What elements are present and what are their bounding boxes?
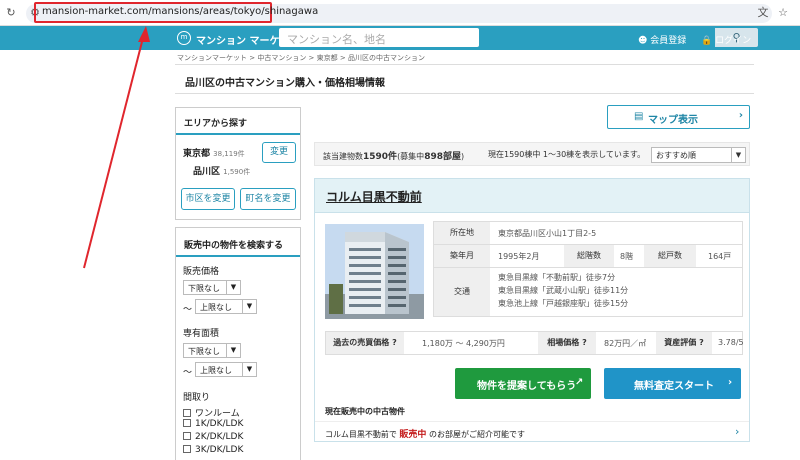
login-link[interactable]: 🔒 ログイン [701, 33, 751, 46]
asset-rating-label: 資産評価 ? [656, 332, 712, 354]
price-label: 販売価格 [183, 267, 220, 277]
free-assessment-button[interactable]: 無料査定スタート › [604, 368, 741, 399]
chevron-down-icon: ▼ [226, 281, 240, 294]
result-count: 該当建物数1590件(募集中898部屋) [323, 152, 465, 162]
map-icon: ▤ [634, 111, 644, 122]
change-town-button[interactable]: 町名を変更 [240, 188, 296, 210]
floors-label: 総階数 [564, 245, 614, 267]
ward-count: 1,590件 [223, 168, 251, 176]
layout-checkbox-2k[interactable]: 2K/DK/LDK [183, 432, 243, 442]
address-label: 所在地 [434, 222, 490, 244]
chevron-right-icon: › [738, 110, 743, 121]
result-count-bar: 該当建物数1590件(募集中898部屋) 現在1590棟中 1〜30棟を表示して… [314, 142, 750, 166]
address-value: 東京都品川区小山1丁目2-5 [498, 229, 597, 238]
layout-label: 間取り [183, 393, 211, 403]
map-view-button[interactable]: ▤ マップ表示 › [607, 105, 750, 129]
browser-toolbar: ↻ ⚙ mansion-market.com/mansions/areas/to… [0, 0, 800, 26]
chevron-right-icon: › [735, 425, 740, 438]
price-max-select[interactable]: 上限なし ▼ [195, 299, 257, 314]
floors-value: 8階 [620, 252, 634, 261]
chevron-down-icon: ▼ [242, 363, 256, 376]
area-heading: エリアから探す [184, 119, 248, 129]
page-title: 品川区の中古マンション購入・価格相場情報 [185, 78, 385, 89]
help-icon[interactable]: ? [699, 338, 704, 347]
bookmark-star-icon[interactable]: ☆ [776, 6, 790, 20]
search-heading-underline [176, 255, 300, 257]
site-header: m マンション マーケット マンション名、地名 ⚲ ☻ 会員登録 🔒 ログイン [0, 26, 800, 50]
translate-icon[interactable]: 文 [756, 6, 770, 20]
listing-header: コルム目黒不動前 [315, 179, 749, 213]
market-price-value: 82万円／㎡ [604, 339, 647, 348]
past-price-value: 1,180万 〜 4,290万円 [422, 339, 505, 348]
units-value: 164戸 [708, 252, 732, 261]
past-price-label: 過去の売買価格 ? [326, 332, 404, 354]
transport-line-1: 東急目黒線「不動前駅」徒歩7分 [498, 273, 616, 282]
help-icon[interactable]: ? [582, 338, 587, 347]
pref-count: 38,119件 [213, 150, 245, 158]
chevron-down-icon: ▼ [731, 148, 745, 162]
transport-line-2: 東急目黒線「武蔵小山駅」徒歩11分 [498, 286, 629, 295]
units-label: 総戸数 [644, 245, 696, 267]
change-area-button[interactable]: 変更 [262, 142, 296, 163]
sort-select[interactable]: おすすめ順 ▼ [651, 147, 746, 163]
ward-name[interactable]: 品川区 1,590件 [193, 164, 250, 177]
user-icon: ☻ [638, 36, 648, 46]
breadcrumb[interactable]: マンションマーケット > 中古マンション > 東京都 > 品川区の中古マンション [177, 53, 425, 63]
now-selling-heading: 現在販売中の中古物件 [325, 407, 405, 416]
listing-title[interactable]: コルム目黒不動前 [326, 188, 422, 205]
reload-icon[interactable]: ↻ [4, 6, 18, 20]
area-tilde: 〜 [183, 368, 193, 378]
showing-range: 現在1590棟中 1〜30棟を表示しています。 [488, 150, 646, 159]
built-value: 1995年2月 [498, 252, 540, 261]
register-label: 会員登録 [650, 36, 687, 46]
building-info-table: 所在地 東京都品川区小山1丁目2-5 築年月 1995年2月 総階数 8階 総戸… [433, 221, 743, 317]
register-link[interactable]: ☻ 会員登録 [638, 33, 686, 46]
search-input[interactable]: マンション名、地名 [287, 31, 386, 47]
asset-rating-value: 3.78/5 [718, 338, 744, 347]
transport-line-3: 東急池上線「戸越銀座駅」徒歩15分 [498, 299, 629, 308]
market-price-label: 相場価格 ? [538, 332, 596, 354]
transport-label: 交通 [434, 268, 490, 316]
external-link-icon: ↗ [575, 377, 584, 388]
header-search: マンション名、地名 ⚲ [279, 28, 758, 47]
area-max-select[interactable]: 上限なし ▼ [195, 362, 257, 377]
price-tilde: 〜 [183, 305, 193, 315]
login-label: ログイン [715, 36, 752, 46]
now-selling-row[interactable]: コルム目黒不動前で 販売中 のお部屋がご紹介可能です › [315, 421, 749, 441]
request-proposal-button[interactable]: 物件を提案してもらう ↗ [455, 368, 591, 399]
listing-card: コルム目黒不動前 所在地 東京都品川区小山1丁目2-5 築年月 1995年2月 … [314, 178, 750, 442]
change-city-button[interactable]: 市区を変更 [181, 188, 235, 210]
built-label: 築年月 [434, 245, 490, 267]
page-title-band: 品川区の中古マンション購入・価格相場情報 [175, 64, 754, 94]
url-text[interactable]: mansion-market.com/mansions/areas/tokyo/… [42, 6, 318, 17]
price-info-table: 過去の売買価格 ? 1,180万 〜 4,290万円 相場価格 ? 82万円／㎡… [325, 331, 744, 355]
area-panel: エリアから探す 東京都 38,119件 品川区 1,590件 変更 市区を変更 … [175, 107, 301, 220]
layout-checkbox-3k[interactable]: 3K/DK/LDK [183, 445, 243, 455]
area-min-select[interactable]: 下限なし ▼ [183, 343, 241, 358]
area-heading-underline [176, 133, 300, 135]
building-photo[interactable] [325, 224, 424, 319]
chevron-down-icon: ▼ [226, 344, 240, 357]
chevron-right-icon: › [728, 377, 733, 388]
search-heading: 販売中の物件を検索する [184, 241, 284, 251]
lock-icon: 🔒 [701, 36, 713, 46]
price-min-select[interactable]: 下限なし ▼ [183, 280, 241, 295]
logo-icon[interactable]: m [177, 31, 191, 45]
chevron-down-icon: ▼ [242, 300, 256, 313]
layout-checkbox-1k[interactable]: 1K/DK/LDK [183, 419, 243, 429]
layout-checkbox-oneroom[interactable]: ワンルーム [183, 406, 240, 419]
pref-name[interactable]: 東京都 38,119件 [183, 146, 245, 159]
now-selling-text: コルム目黒不動前で 販売中 のお部屋がご紹介可能です [325, 430, 525, 440]
floor-area-label: 専有面積 [183, 329, 220, 339]
help-icon[interactable]: ? [392, 338, 397, 347]
